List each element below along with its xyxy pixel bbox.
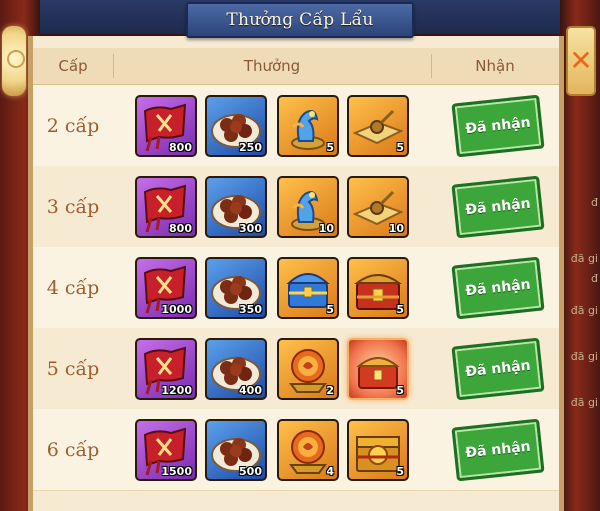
item-quantity: 350 [239,303,262,316]
item-quantity: 2 [326,384,334,397]
reward-item[interactable]: 1500 [135,419,197,481]
reward-item[interactable]: 800 [135,95,197,157]
claimed-label: Đã nhận [464,276,532,300]
side-text: đ [591,272,598,285]
reward-item[interactable]: 5 [277,95,339,157]
claimed-stamp-button[interactable]: Đã nhận [451,418,545,482]
header-level: Cấp [58,57,88,75]
reward-item[interactable]: 1000 [135,257,197,319]
item-quantity: 800 [169,222,192,235]
item-quantity: 800 [169,141,192,154]
item-quantity: 250 [239,141,262,154]
claimed-label: Đã nhận [464,195,532,219]
claimed-label: Đã nhận [464,357,532,381]
reward-row: 6 cấp 1500 500 4 5 Đã nhận [33,409,559,491]
reward-item[interactable]: 10 [277,176,339,238]
item-quantity: 400 [239,384,262,397]
level-label: 3 cấp [46,195,100,218]
reward-item[interactable]: 5 [347,419,409,481]
header-reward: Thưởng [243,57,301,75]
level-label: 6 cấp [46,438,100,461]
item-quantity: 4 [326,465,334,478]
item-quantity: 500 [239,465,262,478]
claimed-stamp-button[interactable]: Đã nhận [451,94,545,158]
reward-item[interactable]: 5 [347,338,409,400]
header-claim: Nhận [475,57,515,75]
reward-item[interactable]: 250 [205,95,267,157]
reward-item[interactable]: 500 [205,419,267,481]
reward-item[interactable]: 400 [205,338,267,400]
side-text: đã gi [570,350,598,363]
reward-row: 4 cấp 1000 350 5 5 Đã nhận [33,247,559,329]
item-quantity: 5 [396,303,404,316]
item-quantity: 5 [326,303,334,316]
item-quantity: 10 [388,222,404,235]
side-text: đ [591,196,598,209]
level-label: 5 cấp [46,357,100,380]
reward-item[interactable]: 300 [205,176,267,238]
claimed-stamp-button[interactable]: Đã nhận [451,256,545,320]
claimed-stamp-button[interactable]: Đã nhận [451,175,545,239]
reward-item[interactable]: 10 [347,176,409,238]
side-text: đã gi [570,252,598,265]
reward-panel: Cấp Thưởng Nhận 2 cấp 800 250 5 5 Đã nhận 3 cấ… [28,36,564,511]
item-quantity: 300 [239,222,262,235]
window-title: Thưởng Cấp Lẩu [226,10,374,30]
item-quantity: 5 [326,141,334,154]
claimed-label: Đã nhận [464,114,532,138]
claimed-stamp-button[interactable]: Đã nhận [451,337,545,401]
reward-item[interactable]: 4 [277,419,339,481]
item-quantity: 5 [396,465,404,478]
reward-item[interactable]: 800 [135,176,197,238]
reward-row: 3 cấp 800 300 10 10 Đã nhận [33,166,559,248]
reward-row: 2 cấp 800 250 5 5 Đã nhận [33,85,559,167]
reward-item[interactable]: 5 [347,257,409,319]
side-text: đã gi [570,304,598,317]
window-title-bar: Thưởng Cấp Lẩu [186,2,414,38]
side-text: đã gi [570,396,598,409]
item-quantity: 1200 [161,384,192,397]
level-label: 2 cấp [46,114,100,137]
item-quantity: 1500 [161,465,192,478]
reward-item[interactable]: 5 [277,257,339,319]
item-quantity: 5 [396,384,404,397]
table-header: Cấp Thưởng Nhận [33,48,559,85]
reward-item[interactable]: 5 [347,95,409,157]
close-icon: ✕ [569,44,593,77]
close-button[interactable]: ✕ [566,26,596,96]
item-quantity: 1000 [161,303,192,316]
lantern-icon [2,26,26,96]
reward-item[interactable]: 2 [277,338,339,400]
reward-item[interactable]: 350 [205,257,267,319]
level-label: 4 cấp [46,276,100,299]
claimed-label: Đã nhận [464,438,532,462]
item-quantity: 5 [396,141,404,154]
item-quantity: 10 [318,222,334,235]
reward-item[interactable]: 1200 [135,338,197,400]
reward-row: 5 cấp 1200 400 2 5 Đã nhận [33,328,559,410]
